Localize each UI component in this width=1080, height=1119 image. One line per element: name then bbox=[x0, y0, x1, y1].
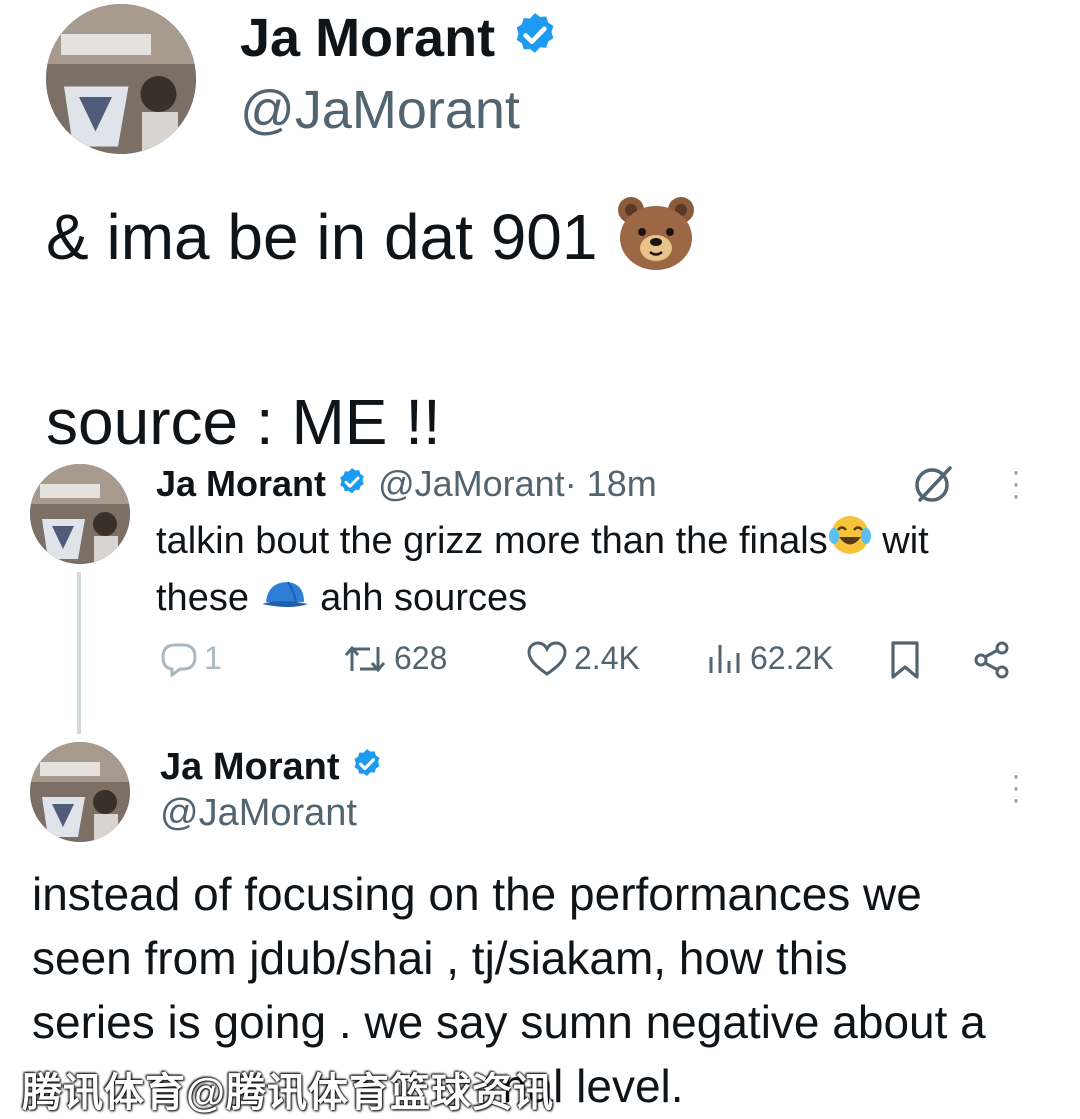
quoted-avatar[interactable] bbox=[30, 464, 130, 564]
main-author-handle[interactable]: @JaMorant bbox=[240, 78, 520, 142]
main-tweet-text-line2: source : ME !! bbox=[46, 386, 441, 458]
watermark-text: 腾讯体育@腾讯体育篮球资讯 bbox=[22, 1071, 555, 1115]
avatar-photo bbox=[46, 4, 196, 154]
retweet-icon bbox=[344, 645, 386, 672]
quoted-tweet-line2: these ahh sources bbox=[156, 571, 1036, 627]
heart-icon bbox=[527, 640, 567, 676]
share-icon[interactable] bbox=[972, 640, 1012, 685]
reply-more-options-icon[interactable]: · · · bbox=[1006, 761, 1026, 815]
quoted-text-part1: talkin bout the grizz more than the fina… bbox=[156, 520, 828, 562]
like-count: 2.4K bbox=[574, 640, 640, 676]
reply-author-name[interactable]: Ja Morant bbox=[160, 744, 384, 792]
quoted-header: Ja Morant @JaMorant· 18m bbox=[156, 462, 657, 508]
reply-count: 1 bbox=[204, 640, 222, 676]
avatar-photo bbox=[30, 464, 130, 564]
quoted-actions-bar: 1 628 2.4K 62.2K bbox=[160, 640, 1020, 688]
reply-text-line: seen from jdub/shai , tj/siakam, how thi… bbox=[32, 932, 848, 984]
views-count: 62.2K bbox=[750, 640, 834, 676]
retweet-count: 628 bbox=[394, 640, 448, 676]
reply-text-line: instead of focusing on the performances … bbox=[32, 868, 922, 920]
reply-button[interactable]: 1 bbox=[160, 640, 222, 677]
quoted-author-handle[interactable]: @JaMorant bbox=[378, 463, 565, 504]
main-avatar[interactable] bbox=[46, 4, 196, 154]
verified-badge-icon bbox=[350, 746, 384, 792]
verified-badge-icon bbox=[510, 10, 560, 74]
quoted-tweet-text: talkin bout the grizz more than the fina… bbox=[156, 514, 1036, 627]
quoted-tweet-line1: talkin bout the grizz more than the fina… bbox=[156, 514, 1036, 571]
avatar-photo bbox=[30, 742, 130, 842]
reply-text-line: series is going . we say sumn negative a… bbox=[32, 996, 986, 1048]
reply-author-name-text[interactable]: Ja Morant bbox=[160, 746, 339, 788]
views-button[interactable]: 62.2K bbox=[706, 640, 834, 677]
quoted-text-part2: wit bbox=[871, 520, 929, 562]
bookmark-icon[interactable] bbox=[888, 640, 922, 685]
grok-icon[interactable] bbox=[912, 462, 956, 506]
views-chart-icon bbox=[709, 644, 740, 673]
face-with-tears-of-joy-emoji-icon bbox=[828, 514, 872, 571]
bear-face-emoji-icon bbox=[615, 196, 697, 288]
blue-cap-emoji-icon bbox=[260, 573, 310, 627]
quoted-more-options-icon[interactable]: · · · bbox=[1006, 457, 1026, 511]
reply-author-handle[interactable]: @JaMorant bbox=[160, 790, 357, 836]
quoted-text-part3: these bbox=[156, 577, 260, 620]
verified-badge-icon bbox=[336, 464, 368, 508]
main-tweet-text: & ima be in dat 901 bbox=[46, 200, 598, 273]
retweet-button[interactable]: 628 bbox=[342, 640, 447, 677]
main-author-name-text[interactable]: Ja Morant bbox=[240, 8, 495, 68]
reply-icon bbox=[161, 643, 197, 677]
thread-connector-line bbox=[77, 572, 81, 734]
quoted-author-name[interactable]: Ja Morant bbox=[156, 463, 326, 504]
quoted-text-part4: ahh sources bbox=[309, 577, 528, 620]
main-author-name[interactable]: Ja Morant bbox=[240, 6, 560, 74]
reply-avatar[interactable] bbox=[30, 742, 130, 842]
main-tweet-text-line1: & ima be in dat 901 bbox=[46, 196, 697, 288]
like-button[interactable]: 2.4K bbox=[526, 640, 640, 677]
quoted-time[interactable]: · 18m bbox=[565, 463, 657, 504]
